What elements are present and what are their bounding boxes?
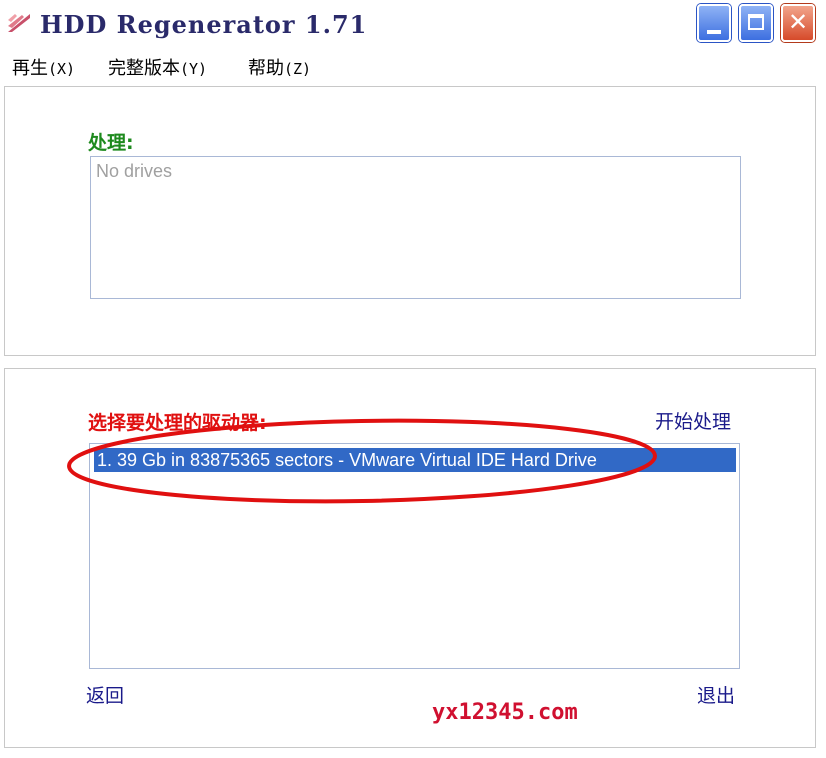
hdd-regenerator-logo-icon: [8, 14, 30, 32]
menu-regenerate-label: 再生: [12, 58, 48, 79]
menu-full-version[interactable]: 完整版本(Y): [108, 54, 207, 80]
drive-list-item[interactable]: 1. 39 Gb in 83875365 sectors - VMware Vi…: [94, 448, 736, 472]
menu-full-version-hotkey: (Y): [180, 60, 208, 78]
watermark: yx12345.com: [432, 700, 578, 725]
maximize-icon: [748, 14, 764, 30]
menu-bar: 再生(X) 完整版本(Y) 帮助(Z): [0, 50, 826, 82]
start-processing-link[interactable]: 开始处理: [655, 407, 731, 434]
maximize-button[interactable]: [739, 4, 773, 42]
no-drives-text: No drives: [96, 161, 173, 181]
drive-list[interactable]: 1. 39 Gb in 83875365 sectors - VMware Vi…: [89, 443, 740, 669]
exit-link[interactable]: 退出: [697, 681, 735, 708]
close-button[interactable]: ✕: [781, 4, 815, 42]
menu-regenerate[interactable]: 再生(X): [12, 54, 75, 80]
select-drive-label: 选择要处理的驱动器:: [88, 412, 267, 434]
back-link[interactable]: 返回: [86, 681, 124, 708]
processing-list[interactable]: No drives: [90, 156, 741, 299]
menu-help[interactable]: 帮助(Z): [248, 54, 311, 80]
menu-regenerate-hotkey: (X): [48, 60, 76, 78]
minimize-icon: [707, 30, 721, 34]
minimize-button[interactable]: [697, 4, 731, 42]
app-window: HDD Regenerator 1.71 ✕ 再生(X) 完整版本(Y) 帮助(…: [0, 0, 826, 758]
window-title: HDD Regenerator 1.71: [40, 10, 368, 39]
close-icon: ✕: [787, 8, 809, 36]
menu-help-label: 帮助: [248, 58, 284, 79]
title-bar[interactable]: HDD Regenerator 1.71 ✕: [0, 0, 826, 48]
menu-full-version-label: 完整版本: [108, 58, 180, 79]
processing-label: 处理:: [88, 132, 134, 154]
menu-help-hotkey: (Z): [284, 60, 312, 78]
